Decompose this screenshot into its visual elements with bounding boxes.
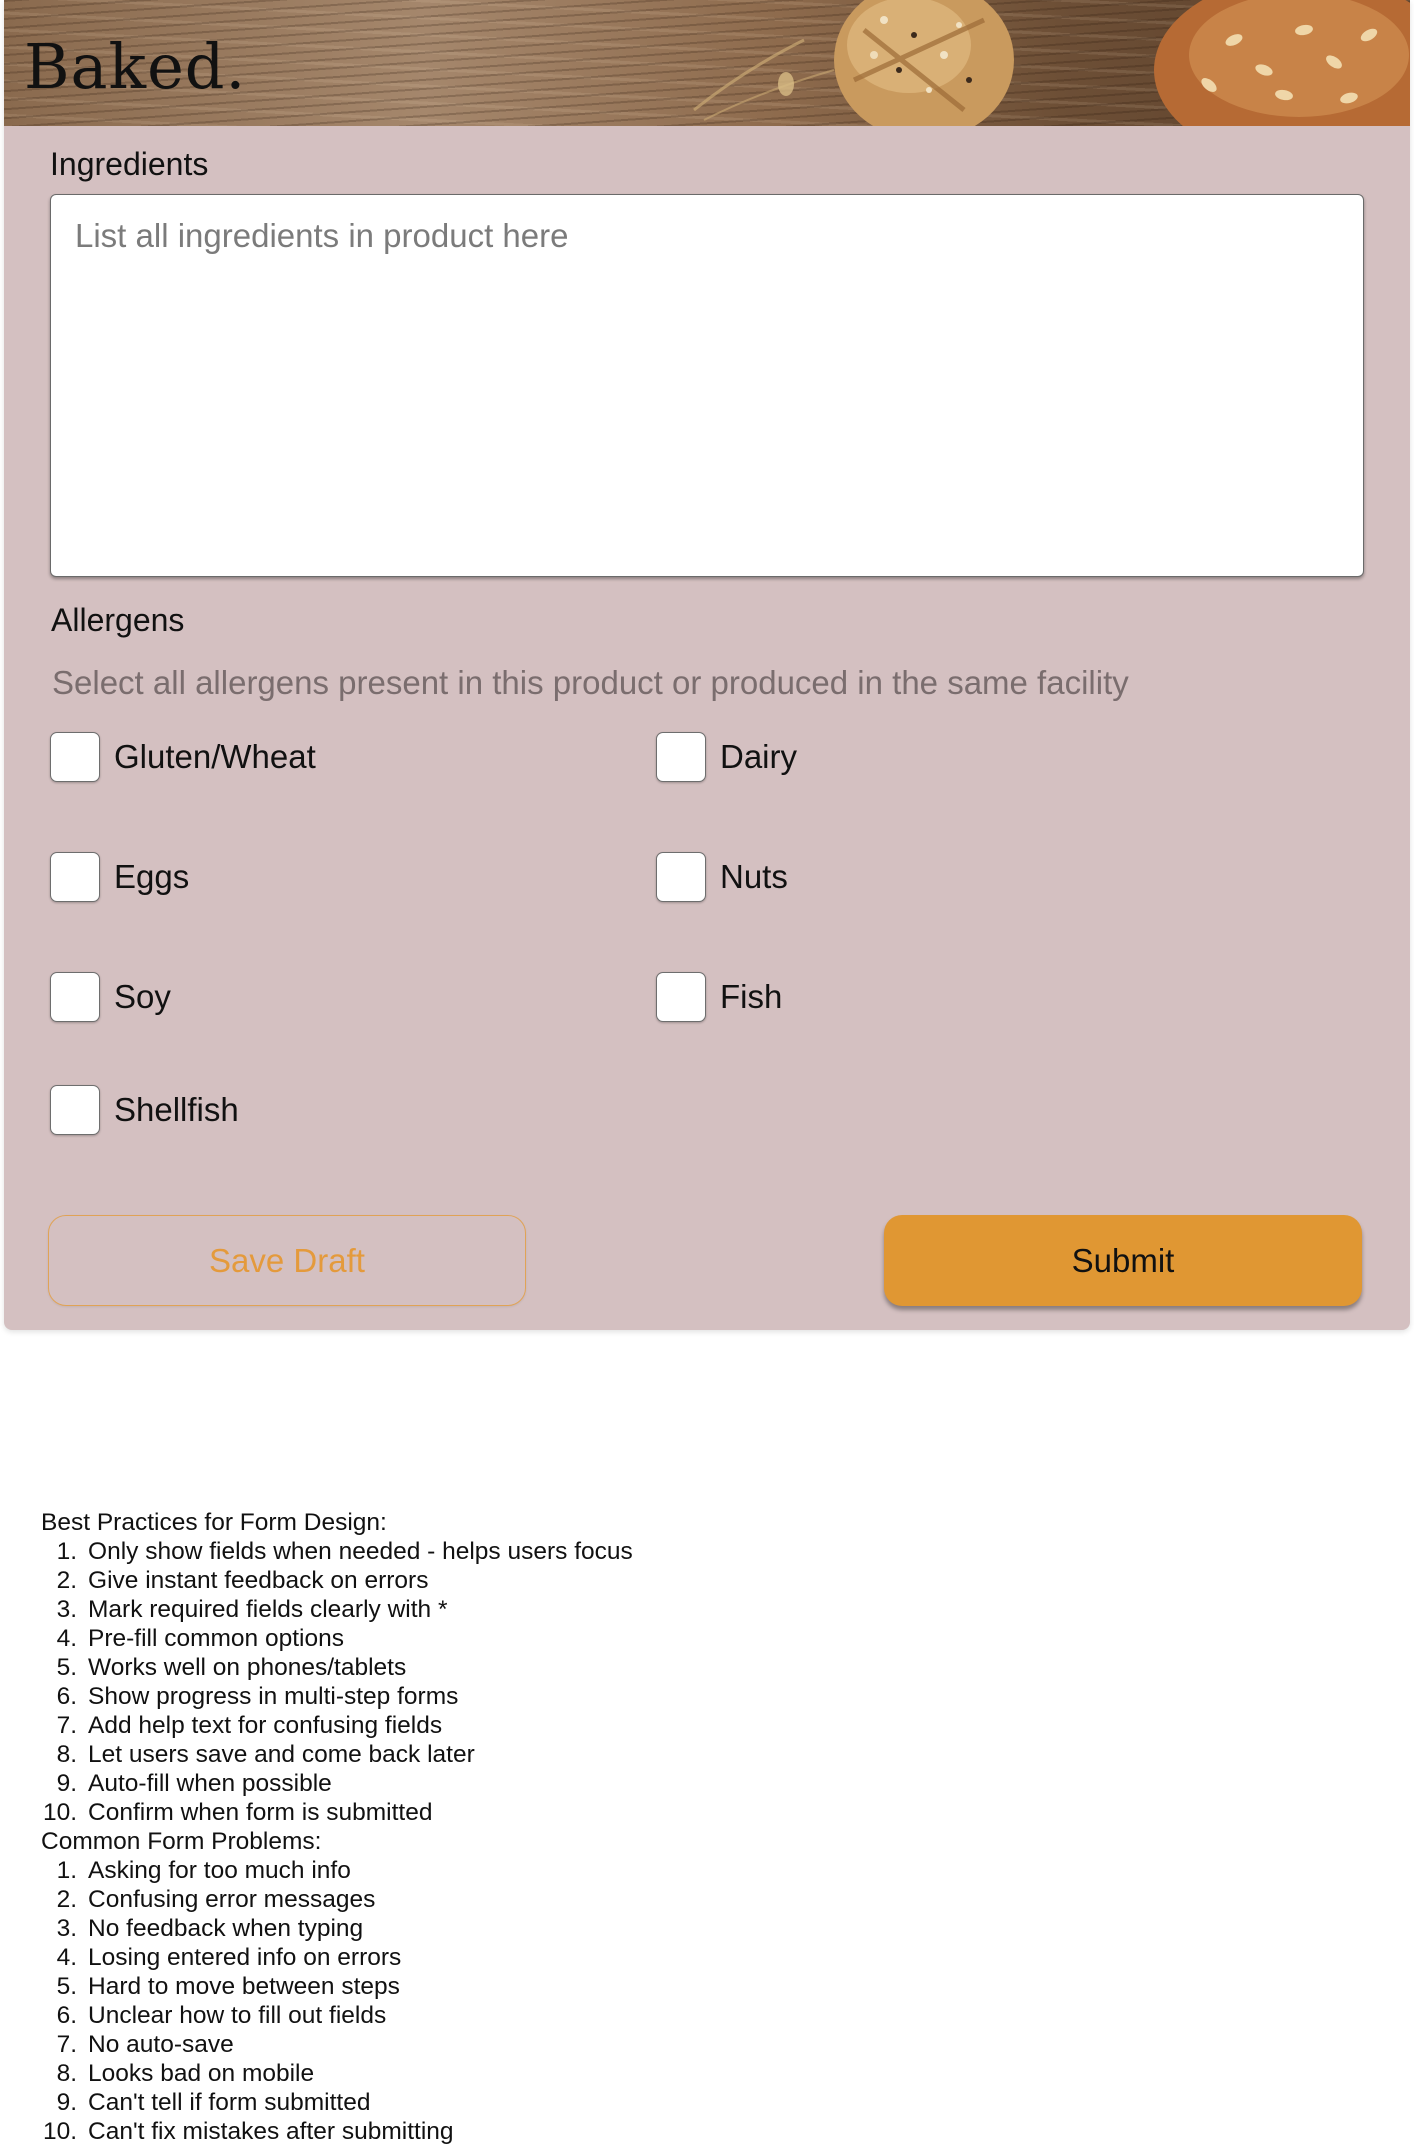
list-item: 7. No auto-save bbox=[56, 2031, 234, 2058]
best-practices-list: 1. Only show fields when needed - helps u… bbox=[41, 1537, 633, 1827]
list-item: 1. Asking for too much info bbox=[56, 1857, 351, 1884]
header-banner: Baked. bbox=[4, 0, 1410, 126]
list-item: 1. Only show fields when needed - helps u… bbox=[56, 1538, 633, 1565]
allergens-label: Allergens bbox=[51, 602, 185, 638]
allergen-checkbox-shellfish[interactable]: Shellfish bbox=[50, 1085, 239, 1135]
list-item: 10. Can't fix mistakes after submitting bbox=[42, 2118, 454, 2145]
allergen-label: Dairy bbox=[720, 738, 798, 775]
checkbox-box[interactable] bbox=[656, 852, 706, 902]
list-item: 3. Mark required fields clearly with * bbox=[56, 1596, 448, 1623]
list-item: 8. Looks bad on mobile bbox=[56, 2060, 315, 2087]
allergen-checkbox-fish[interactable]: Fish bbox=[656, 972, 782, 1022]
allergen-label: Shellfish bbox=[114, 1091, 239, 1128]
allergen-checkbox-dairy[interactable]: Dairy bbox=[656, 732, 797, 782]
allergen-label: Fish bbox=[720, 978, 783, 1015]
list-item: 5. Hard to move between steps bbox=[56, 1973, 400, 2000]
allergens-hint: Select all allergens present in this pro… bbox=[52, 664, 1129, 701]
checkbox-box[interactable] bbox=[50, 732, 100, 782]
allergen-label: Eggs bbox=[114, 858, 190, 895]
list-item: 6. Show progress in multi-step forms bbox=[56, 1683, 459, 1710]
allergen-label: Soy bbox=[114, 978, 171, 1015]
ingredients-placeholder: List all ingredients in product here bbox=[75, 217, 569, 254]
list-item: 2. Confusing error messages bbox=[56, 1886, 376, 1913]
checkbox-box[interactable] bbox=[656, 972, 706, 1022]
allergen-checkbox-eggs[interactable]: Eggs bbox=[50, 852, 189, 902]
problems-heading: Common Form Problems: bbox=[41, 1828, 322, 1855]
list-item: 4. Pre-fill common options bbox=[56, 1625, 344, 1652]
ingredients-label: Ingredients bbox=[50, 146, 209, 182]
allergen-label: Nuts bbox=[720, 858, 788, 895]
logo: Baked. bbox=[24, 30, 247, 103]
allergen-checkbox-gluten-wheat[interactable]: Gluten/Wheat bbox=[50, 732, 316, 782]
problems-list: 1. Asking for too much info 2. Confusing e… bbox=[41, 1856, 633, 2146]
best-practices-heading: Best Practices for Form Design: bbox=[41, 1509, 387, 1536]
checkbox-box[interactable] bbox=[50, 972, 100, 1022]
save-draft-button[interactable]: Save Draft bbox=[48, 1215, 526, 1306]
product-form-card: Baked. Ingredients List all ingredients … bbox=[4, 0, 1410, 1330]
list-item: 8. Let users save and come back later bbox=[56, 1741, 475, 1768]
list-item: 9. Auto-fill when possible bbox=[56, 1770, 332, 1797]
allergen-checkbox-soy[interactable]: Soy bbox=[50, 972, 171, 1022]
checkbox-box[interactable] bbox=[50, 1085, 100, 1135]
design-notes: Best Practices for Form Design: 1. Only s… bbox=[41, 1508, 633, 2146]
list-item: 9. Can't tell if form submitted bbox=[56, 2089, 371, 2116]
checkbox-box[interactable] bbox=[50, 852, 100, 902]
ingredients-textarea[interactable]: List all ingredients in product here bbox=[50, 194, 1364, 577]
list-item: 4. Losing entered info on errors bbox=[56, 1944, 402, 1971]
allergen-checkbox-nuts[interactable]: Nuts bbox=[656, 852, 788, 902]
list-item: 10. Confirm when form is submitted bbox=[42, 1799, 433, 1826]
list-item: 6. Unclear how to fill out fields bbox=[56, 2002, 387, 2029]
list-item: 7. Add help text for confusing fields bbox=[56, 1712, 443, 1739]
list-item: 2. Give instant feedback on errors bbox=[56, 1567, 429, 1594]
list-item: 5. Works well on phones/tablets bbox=[56, 1654, 407, 1681]
checkbox-box[interactable] bbox=[656, 732, 706, 782]
list-item: 3. No feedback when typing bbox=[56, 1915, 364, 1942]
submit-button[interactable]: Submit bbox=[884, 1215, 1362, 1306]
allergen-label: Gluten/Wheat bbox=[114, 738, 316, 775]
